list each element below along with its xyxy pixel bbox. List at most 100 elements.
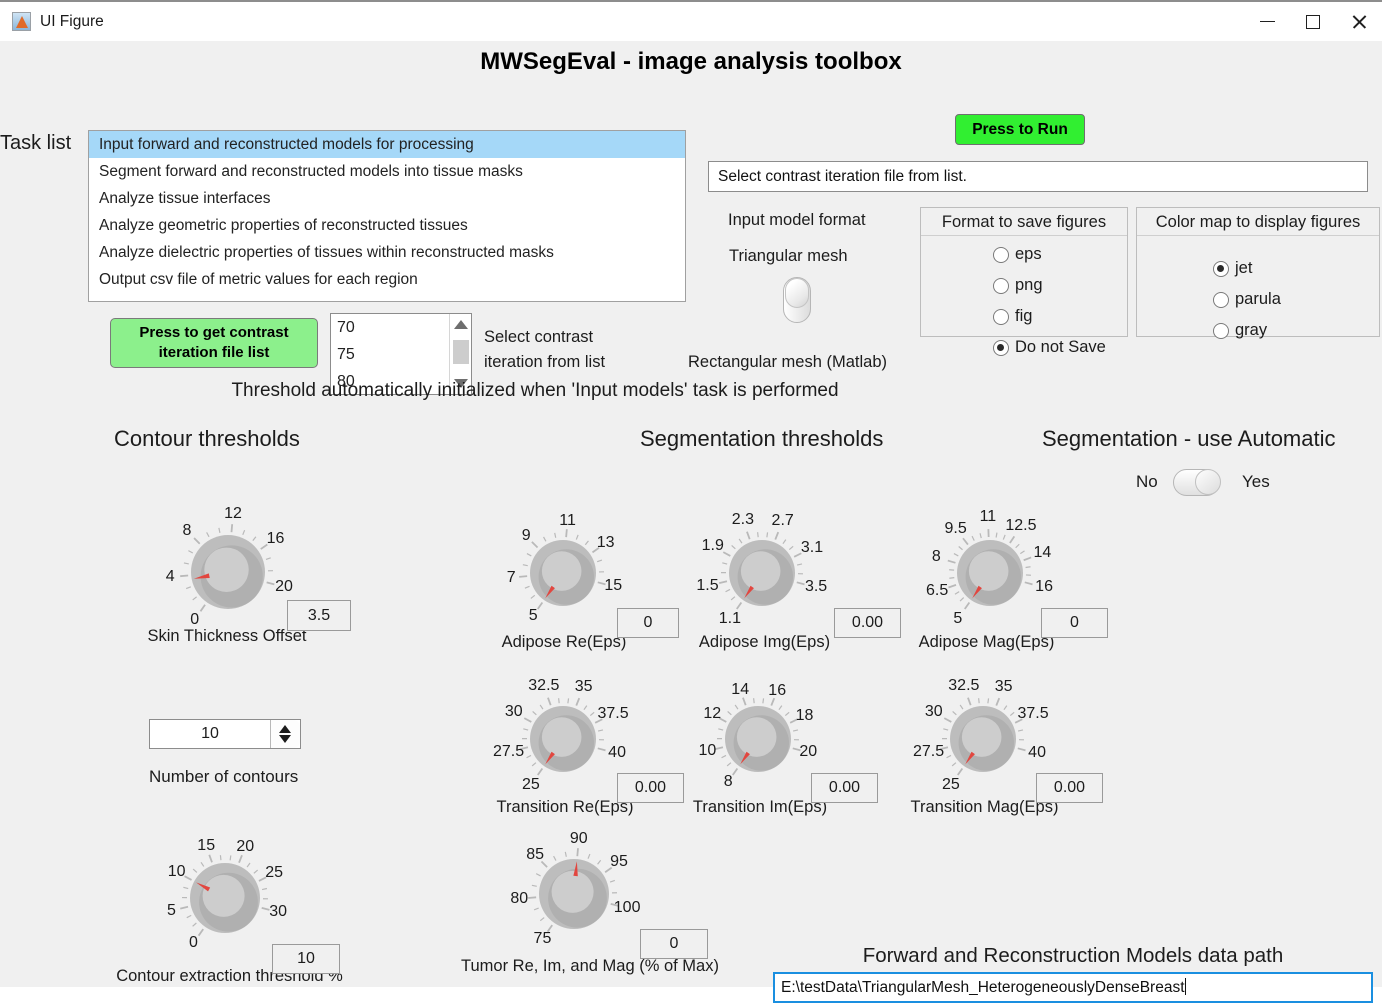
scroll-up-icon[interactable] xyxy=(454,320,468,329)
knob-transition-im-eps[interactable]: 8101214161820 xyxy=(725,706,791,772)
format-radio-group: epspng fig Do not Save xyxy=(921,236,1127,363)
contrast-hint-line1: Select contrast xyxy=(484,328,593,346)
radio-label: fig xyxy=(1015,307,1032,326)
knob-tick-label: 18 xyxy=(796,707,814,725)
format_panel-option-png[interactable]: png xyxy=(993,270,1127,301)
knob-skin-thickness-offset[interactable]: 048121620 xyxy=(191,535,265,609)
task-list-item-4[interactable]: Analyze dielectric properties of tissues… xyxy=(89,239,685,266)
colormap_panel-option-parula[interactable]: parula xyxy=(1213,284,1379,315)
rectangular-mesh-label: Rectangular mesh (Matlab) xyxy=(688,353,887,372)
knob-tick-label: 8 xyxy=(724,773,733,791)
stepper-down-icon[interactable] xyxy=(279,735,291,743)
knob-value-adipose-mag-eps[interactable]: 0 xyxy=(1041,608,1108,638)
knob-tick-label: 0 xyxy=(190,611,199,629)
knob-transition-re-eps[interactable]: 2527.53032.53537.540 xyxy=(530,706,596,772)
knob-value-skin-thickness-offset[interactable]: 3.5 xyxy=(287,600,351,631)
knob-tick-label: 1.1 xyxy=(719,610,741,628)
stepper-up-icon[interactable] xyxy=(279,725,291,733)
knob-tick-label: 25 xyxy=(522,776,540,794)
data-path-input[interactable]: E:\testData\TriangularMesh_Heterogeneous… xyxy=(773,972,1373,1003)
knob-tick-label: 5 xyxy=(529,607,538,625)
knob-tick-label: 10 xyxy=(699,742,717,760)
knob-adipose-img-eps[interactable]: 1.11.51.92.32.73.13.5 xyxy=(729,540,795,606)
knob-caption-adipose-re-eps: Adipose Re(Eps) xyxy=(494,633,634,652)
radio-icon xyxy=(1213,323,1229,339)
knob-value-transition-mag-eps[interactable]: 0.00 xyxy=(1036,773,1103,803)
knob-contour-extraction-threshold[interactable]: 051015202530 xyxy=(190,863,260,933)
colormap-panel: Color map to display figures jetparulagr… xyxy=(1136,207,1380,337)
knob-tumor-re-im-mag[interactable]: 7580859095100 xyxy=(539,859,609,929)
knob-value-contour-extraction-threshold[interactable]: 10 xyxy=(272,944,340,974)
task-list-item-5[interactable]: Output csv file of metric values for eac… xyxy=(89,266,685,293)
task-list-item-3[interactable]: Analyze geometric properties of reconstr… xyxy=(89,212,685,239)
close-button[interactable] xyxy=(1336,2,1382,41)
task-list[interactable]: Input forward and reconstructed models f… xyxy=(88,130,686,302)
radio-icon xyxy=(993,340,1009,356)
knob-caption-tumor-re-im-mag: Tumor Re, Im, and Mag (% of Max) xyxy=(445,957,735,976)
knob-tick-label: 8 xyxy=(932,548,941,566)
knob-tick-label: 90 xyxy=(570,830,588,848)
knob-dial-graphic xyxy=(699,680,817,798)
run-button[interactable]: Press to Run xyxy=(955,114,1085,145)
knob-tick-label: 95 xyxy=(610,853,628,871)
number-of-contours-caption: Number of contours xyxy=(149,767,298,787)
colormap_panel-option-gray[interactable]: gray xyxy=(1213,315,1379,346)
knob-value-transition-im-eps[interactable]: 0.00 xyxy=(811,773,878,803)
knob-tick-label: 40 xyxy=(1028,744,1046,762)
knob-tick-label: 27.5 xyxy=(493,743,524,761)
format_panel-option-eps[interactable]: eps xyxy=(993,239,1127,270)
contour-thresholds-heading: Contour thresholds xyxy=(114,426,300,452)
close-icon xyxy=(1351,13,1368,30)
format_panel-option-fig[interactable]: fig xyxy=(993,301,1127,332)
knob-tick-label: 12.5 xyxy=(1005,517,1036,535)
number-of-contours-stepper[interactable]: 10 xyxy=(149,719,301,749)
knob-tick-label: 12 xyxy=(703,705,721,723)
format_panel-option-do-not-save[interactable]: Do not Save xyxy=(993,332,1127,363)
knob-tick-label: 1.9 xyxy=(702,537,724,555)
knob-value-adipose-img-eps[interactable]: 0.00 xyxy=(834,608,901,638)
knob-tick-label: 2.7 xyxy=(772,512,794,530)
auto-seg-no-label: No xyxy=(1136,472,1158,492)
contrast-button-line2: iteration file list xyxy=(159,344,270,361)
knob-adipose-re-eps[interactable]: 579111315 xyxy=(530,540,596,606)
knob-tick-label: 16 xyxy=(1035,578,1053,596)
knob-tick-label: 30 xyxy=(505,703,523,721)
colormap_panel-option-jet[interactable]: jet xyxy=(1213,253,1379,284)
colormap-panel-title: Color map to display figures xyxy=(1137,208,1379,236)
input-model-format-label: Input model format xyxy=(728,211,866,230)
knob-tick-label: 0 xyxy=(189,934,198,952)
contrast-list-item[interactable]: 75 xyxy=(331,341,449,368)
knob-tick-label: 40 xyxy=(608,744,626,762)
knob-tick-label: 5 xyxy=(953,610,962,628)
knob-value-transition-re-eps[interactable]: 0.00 xyxy=(617,773,684,803)
knob-adipose-mag-eps[interactable]: 56.589.51112.51416 xyxy=(957,540,1023,606)
mesh-format-toggle[interactable] xyxy=(783,277,811,323)
task-list-item-2[interactable]: Analyze tissue interfaces xyxy=(89,185,685,212)
minimize-button[interactable] xyxy=(1244,2,1290,41)
knob-tick-label: 12 xyxy=(224,505,242,523)
number-of-contours-buttons[interactable] xyxy=(270,720,300,748)
task-list-item-0[interactable]: Input forward and reconstructed models f… xyxy=(89,131,685,158)
knob-value-adipose-re-eps[interactable]: 0 xyxy=(617,608,679,638)
knob-transition-mag-eps[interactable]: 2527.53032.53537.540 xyxy=(950,706,1016,772)
scrollbar-thumb[interactable] xyxy=(453,340,469,364)
task-list-item-1[interactable]: Segment forward and reconstructed models… xyxy=(89,158,685,185)
contrast-list-item[interactable]: 70 xyxy=(331,314,449,341)
get-contrast-file-list-button[interactable]: Press to get contrast iteration file lis… xyxy=(110,318,318,368)
knob-tick-label: 20 xyxy=(275,578,293,596)
number-of-contours-value[interactable]: 10 xyxy=(150,720,270,748)
knob-tick-label: 20 xyxy=(236,838,254,856)
maximize-button[interactable] xyxy=(1290,2,1336,41)
knob-tick-label: 8 xyxy=(183,522,192,540)
format-panel-title: Format to save figures xyxy=(921,208,1127,236)
knob-value-tumor-re-im-mag[interactable]: 0 xyxy=(640,929,708,959)
knob-tick-label: 37.5 xyxy=(597,705,628,723)
knob-tick-label: 16 xyxy=(267,530,285,548)
knob-tick-label: 16 xyxy=(768,682,786,700)
knob-caption-adipose-mag-eps: Adipose Mag(Eps) xyxy=(912,633,1061,652)
task-list-label: Task list xyxy=(0,132,71,155)
auto-segmentation-toggle[interactable] xyxy=(1173,469,1220,496)
mesh-format-toggle-knob xyxy=(785,278,809,308)
auto-segmentation-toggle-knob xyxy=(1195,469,1221,495)
colormap-radio-group: jetparulagray xyxy=(1137,236,1379,346)
